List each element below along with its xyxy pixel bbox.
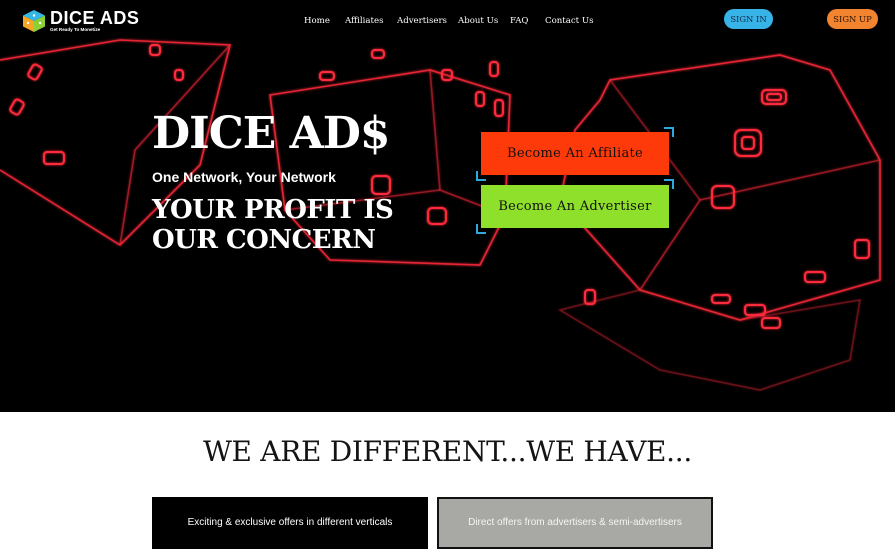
become-affiliate-button[interactable]: Become An Affiliate bbox=[481, 132, 669, 175]
hero-slogan-line-2: OUR CONCERN bbox=[152, 225, 376, 255]
feature-card-direct-offers[interactable]: Direct offers from advertisers & semi-ad… bbox=[437, 497, 713, 549]
nav-home-link[interactable]: Home bbox=[304, 14, 330, 28]
top-navbar: DICE ADS Get Ready To Monetize Home Affi… bbox=[0, 0, 895, 42]
nav-contact-us-link[interactable]: Contact Us bbox=[545, 14, 594, 28]
nav-faq-link[interactable]: FAQ bbox=[510, 14, 528, 28]
nav-affiliates-link[interactable]: Affiliates bbox=[345, 14, 383, 28]
hero-slogan-line-1: YOUR PROFIT IS bbox=[152, 195, 394, 225]
hero-section: DICE ADS Get Ready To Monetize Home Affi… bbox=[0, 0, 895, 412]
nav-advertisers-link[interactable]: Advertisers bbox=[397, 14, 447, 28]
features-heading: WE ARE DIFFERENT...WE HAVE... bbox=[203, 435, 692, 468]
become-advertiser-button[interactable]: Become An Advertiser bbox=[481, 185, 669, 228]
feature-card-exclusive-offers[interactable]: Exciting & exclusive offers in different… bbox=[152, 497, 428, 549]
signup-button[interactable]: SIGN UP bbox=[827, 9, 878, 29]
hero-subtitle: One Network, Your Network bbox=[152, 169, 336, 185]
hero-slogan: YOUR PROFIT IS OUR CONCERN bbox=[152, 195, 394, 255]
hero-title: DICE AD$ bbox=[152, 108, 391, 159]
neon-dice-background bbox=[0, 0, 895, 412]
signin-button[interactable]: SIGN IN bbox=[724, 9, 773, 29]
cta-group: Become An Affiliate Become An Advertiser bbox=[476, 127, 676, 235]
nav-about-us-link[interactable]: About Us bbox=[458, 14, 498, 28]
